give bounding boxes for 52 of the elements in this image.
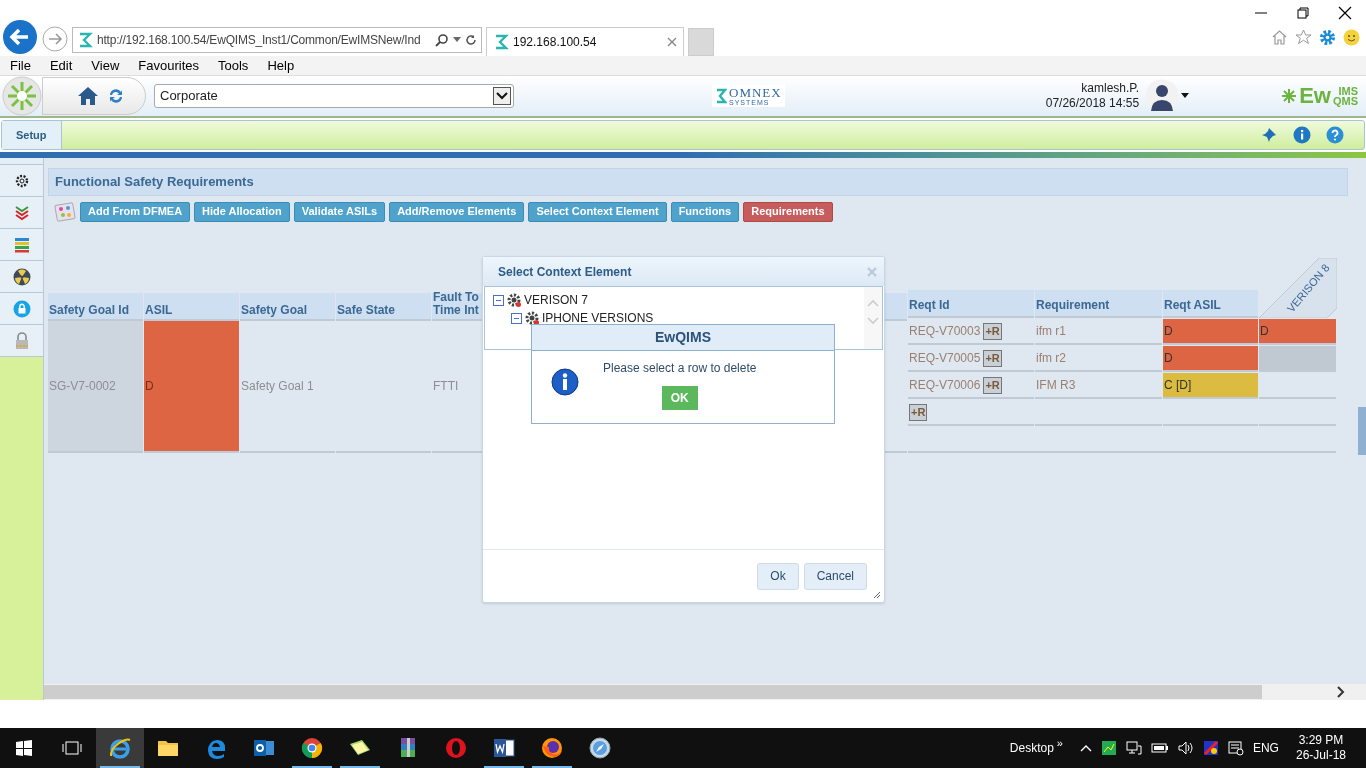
column-header: Safety Goal Id <box>49 304 130 317</box>
table-cell: D <box>1163 319 1258 345</box>
menu-item[interactable]: Edit <box>49 55 73 76</box>
add-requirement-button[interactable]: +R <box>983 322 1002 340</box>
logo-text: OMNEX <box>729 86 782 99</box>
table-cell: SG-V7-0002 <box>48 321 143 453</box>
dialog-button[interactable]: Ok <box>757 562 799 590</box>
site-select[interactable]: Corporate <box>154 84 514 108</box>
panel-title: Functional Safety Requirements <box>55 173 254 192</box>
alert-title: EwQIMS <box>655 328 711 347</box>
tree-item[interactable]: VERISON 7 <box>524 294 589 306</box>
brand-superscript: IMS <box>1337 86 1358 96</box>
clock[interactable]: 3:29 PM 26-Jul-18 <box>1295 733 1346 763</box>
user-name: kamlesh.P. <box>1081 81 1140 96</box>
menu-item[interactable]: Favourites <box>138 55 199 76</box>
column-header: Requirement <box>1036 297 1110 314</box>
table-cell: C [D] <box>1163 373 1258 399</box>
column-header: Safety Goal <box>241 304 308 317</box>
menu-item[interactable]: File <box>10 55 31 76</box>
add-requirement-button[interactable]: +R <box>983 349 1002 367</box>
add-requirement-button[interactable]: +R <box>983 376 1002 394</box>
column-header: Safe State <box>337 304 396 317</box>
alert-message: Please select a row to delete <box>603 360 757 377</box>
input-language[interactable]: ENG <box>1252 739 1279 757</box>
tab-title: 192.168.100.54 <box>513 34 597 51</box>
dialog-button[interactable]: Cancel <box>803 562 867 590</box>
address-text: http://192.168.100.54/EwQIMS_Inst1/Common/EwIMSNew/Ind <box>97 32 421 49</box>
menu-item[interactable]: Tools <box>218 55 249 76</box>
column-header: Reqt ASIL <box>1164 297 1221 314</box>
date-time: 07/26/2018 14:55 <box>1045 96 1140 111</box>
reqt-id: REQ-V70006 <box>909 377 981 394</box>
add-requirement-button[interactable]: +R <box>909 403 928 421</box>
address-bar[interactable]: http://192.168.100.54/EwQIMS_Inst1/Common/EwIMSNew/Ind <box>72 27 482 53</box>
toolbar-expand[interactable]: » <box>1056 734 1063 752</box>
menu-item[interactable]: View <box>91 55 120 76</box>
table-cell: D <box>144 321 239 453</box>
column-header: Reqt Id <box>909 297 950 314</box>
menu-item[interactable]: Help <box>267 55 295 76</box>
desktop-toolbar[interactable]: Desktop <box>1009 739 1054 757</box>
brand-text: Ew <box>1299 85 1331 107</box>
toolbar-button[interactable]: Requirements <box>743 201 833 222</box>
column-header: ASIL <box>145 304 173 317</box>
table-cell: D <box>1259 319 1336 345</box>
setup-tab[interactable]: Setup <box>2 121 62 149</box>
dialog-title: Select Context Element <box>498 263 632 281</box>
column-header: Fault To Time Int <box>433 291 480 317</box>
reqt-id: REQ-V70003 <box>909 323 981 340</box>
tree-item[interactable]: IPHONE VERSIONS <box>542 312 654 324</box>
browser-tab[interactable]: 192.168.100.54 <box>486 27 684 56</box>
reqt-id: REQ-V70005 <box>909 350 981 367</box>
brand-subscript: QMS <box>1332 96 1358 106</box>
table-cell: D <box>1163 346 1258 372</box>
